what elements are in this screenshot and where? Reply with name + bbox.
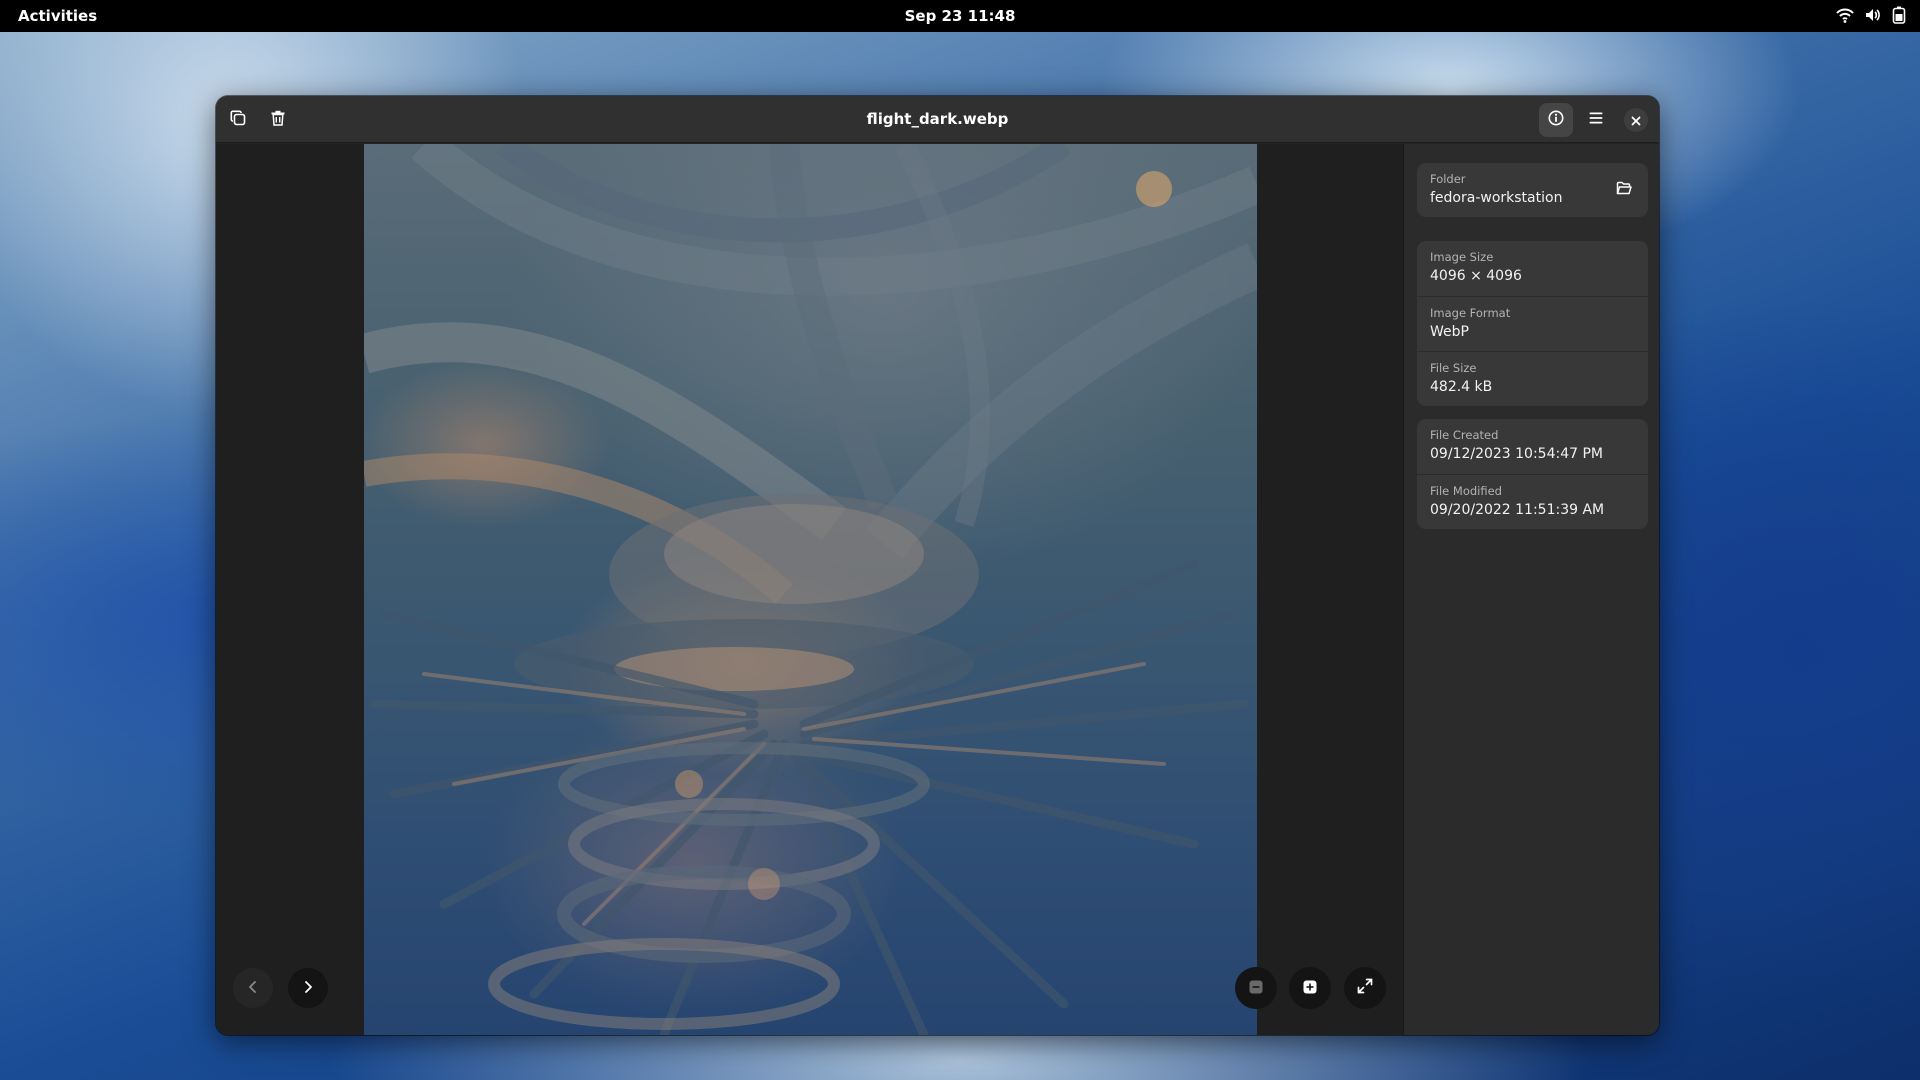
- file-modified-value: 09/20/2022 11:51:39 AM: [1430, 502, 1605, 518]
- image-canvas[interactable]: [216, 144, 1403, 1035]
- image-size-label: Image Size: [1430, 250, 1494, 264]
- previous-icon: [246, 979, 260, 998]
- previous-image-button[interactable]: [233, 968, 273, 1008]
- zoom-in-button[interactable]: [1289, 967, 1331, 1009]
- info-icon: [1548, 110, 1564, 130]
- properties-toggle-button[interactable]: [1539, 103, 1573, 137]
- top-bar: Activities Sep 23 11:48: [0, 0, 1920, 32]
- system-tray[interactable]: [1836, 6, 1906, 24]
- close-window-button[interactable]: [1624, 108, 1648, 132]
- file-size-label: File Size: [1430, 361, 1477, 375]
- image-details-card: Image Size 4096 × 4096 Image Format WebP…: [1417, 241, 1648, 406]
- folder-value: fedora-workstation: [1430, 190, 1563, 206]
- file-size-value: 482.4 kB: [1430, 379, 1493, 395]
- main-menu-button[interactable]: [1579, 103, 1613, 137]
- file-modified-row: File Modified 09/20/2022 11:51:39 AM: [1417, 474, 1648, 529]
- next-image-button[interactable]: [288, 968, 328, 1008]
- folder-row: Folder fedora-workstation: [1417, 163, 1648, 217]
- file-created-value: 09/12/2023 10:54:47 PM: [1430, 446, 1603, 462]
- zoom-out-icon: [1249, 979, 1263, 998]
- folder-open-icon: [1616, 180, 1632, 200]
- volume-icon: [1864, 6, 1882, 24]
- zoom-out-button[interactable]: [1235, 967, 1277, 1009]
- hamburger-menu-icon: [1588, 110, 1604, 130]
- header-bar: flight_dark.webp: [216, 96, 1659, 143]
- next-icon: [301, 979, 315, 998]
- displayed-image: [364, 144, 1257, 1035]
- image-viewer-window: flight_dark.webp Folder fedora-workstati…: [216, 96, 1659, 1035]
- image-size-row: Image Size 4096 × 4096: [1417, 241, 1648, 296]
- image-format-value: WebP: [1430, 324, 1469, 340]
- close-icon: [1631, 111, 1641, 130]
- image-format-label: Image Format: [1430, 306, 1511, 320]
- window-title: flight_dark.webp: [866, 110, 1009, 128]
- folder-card: Folder fedora-workstation: [1417, 163, 1648, 217]
- wifi-icon: [1836, 6, 1854, 24]
- file-created-row: File Created 09/12/2023 10:54:47 PM: [1417, 419, 1648, 474]
- folder-label: Folder: [1430, 172, 1466, 186]
- battery-icon: [1892, 6, 1906, 24]
- file-dates-card: File Created 09/12/2023 10:54:47 PM File…: [1417, 419, 1648, 529]
- file-created-label: File Created: [1430, 428, 1499, 442]
- open-folder-button[interactable]: [1608, 174, 1640, 206]
- image-size-value: 4096 × 4096: [1430, 268, 1522, 284]
- fullscreen-button[interactable]: [1344, 967, 1386, 1009]
- fullscreen-icon: [1357, 978, 1373, 998]
- clock[interactable]: Sep 23 11:48: [0, 7, 1920, 25]
- zoom-in-icon: [1303, 979, 1317, 998]
- properties-sidebar: Folder fedora-workstation Image Size 409…: [1403, 144, 1659, 1035]
- file-size-row: File Size 482.4 kB: [1417, 351, 1648, 406]
- image-format-row: Image Format WebP: [1417, 296, 1648, 351]
- file-modified-label: File Modified: [1430, 484, 1502, 498]
